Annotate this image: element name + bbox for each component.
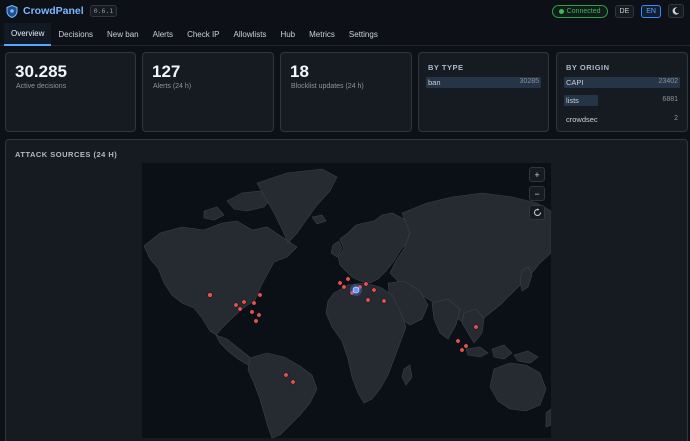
attack-marker[interactable]: [241, 299, 247, 305]
stat-card-alerts: 127 Alerts (24 h): [142, 52, 274, 132]
tab-metrics[interactable]: Metrics: [302, 23, 342, 46]
tab-overview[interactable]: Overview: [4, 23, 52, 46]
tab-allowlists[interactable]: Allowlists: [227, 23, 274, 46]
australia-landmass: [489, 362, 547, 412]
world-map-svg: [143, 168, 551, 438]
attack-marker[interactable]: [237, 306, 243, 312]
tab-settings[interactable]: Settings: [342, 23, 385, 46]
attack-marker[interactable]: [256, 312, 262, 318]
version-badge: 0.6.1: [89, 5, 118, 17]
attack-marker[interactable]: [337, 280, 343, 286]
zoom-out-button[interactable]: −: [529, 186, 545, 201]
tab-decisions[interactable]: Decisions: [51, 23, 100, 46]
attack-marker[interactable]: [365, 297, 371, 303]
theme-toggle-button[interactable]: [668, 4, 684, 18]
app-title: CrowdPanel: [23, 5, 84, 17]
status-dot-icon: [558, 8, 564, 14]
attack-marker[interactable]: [463, 343, 469, 349]
attack-marker[interactable]: [233, 302, 239, 308]
header-actions: Connected DE EN: [551, 4, 684, 18]
connection-status-badge: Connected: [551, 4, 608, 18]
attack-marker[interactable]: [207, 292, 213, 298]
bar-value: 30285: [519, 78, 539, 85]
attack-marker[interactable]: [345, 276, 351, 282]
stat-card-active-decisions: 30.285 Active decisions: [5, 52, 136, 132]
bar-value: 2: [674, 115, 678, 122]
bar-label: CAPI: [566, 78, 584, 87]
new-zealand-landmass: [545, 408, 551, 428]
bar-label: crowdsec: [566, 115, 598, 124]
central-america-landmass: [215, 334, 255, 366]
bar-value: 6881: [662, 96, 678, 103]
attack-marker[interactable]: [290, 379, 296, 385]
tab-alerts[interactable]: Alerts: [146, 23, 180, 46]
bar-label: ban: [428, 78, 441, 87]
attack-marker[interactable]: [251, 300, 257, 306]
stat-label: Active decisions: [16, 83, 67, 90]
madagascar-landmass: [401, 364, 413, 386]
iceland-landmass: [311, 214, 327, 225]
indonesia-islands: [465, 346, 489, 358]
by-type-card: BY TYPE ban 30285: [418, 52, 549, 132]
attack-marker[interactable]: [459, 347, 465, 353]
stat-label: Alerts (24 h): [153, 83, 192, 90]
zoom-in-button[interactable]: +: [529, 167, 545, 182]
connection-status-label: Connected: [566, 7, 601, 15]
north-america-landmass: [143, 220, 298, 336]
tab-check-ip[interactable]: Check IP: [180, 23, 226, 46]
moon-icon: [672, 7, 680, 15]
main-nav-tabs: Overview Decisions New ban Alerts Check …: [0, 23, 690, 46]
list-item: CAPI 23402: [564, 77, 680, 88]
shield-logo-icon: [6, 4, 18, 18]
app-header: CrowdPanel 0.6.1 Connected DE EN: [0, 0, 690, 22]
attack-marker[interactable]: [371, 287, 377, 293]
by-origin-card: BY ORIGIN CAPI 23402 lists 6881 crowdsec…: [556, 52, 688, 132]
attack-marker[interactable]: [341, 284, 347, 290]
section-title: BY TYPE: [428, 63, 464, 72]
bar-value: 23402: [658, 78, 678, 85]
stat-value: 127: [152, 62, 181, 81]
list-item: lists 6881: [564, 95, 680, 106]
attack-marker[interactable]: [473, 324, 479, 330]
attack-marker[interactable]: [257, 292, 263, 298]
indonesia-islands: [491, 344, 513, 360]
stat-value: 18: [290, 62, 309, 81]
bar-label: lists: [566, 96, 579, 105]
list-item: crowdsec 2: [564, 114, 680, 125]
stat-value: 30.285: [15, 62, 67, 81]
minus-icon: −: [534, 188, 540, 199]
language-en-button[interactable]: EN: [641, 4, 661, 18]
attack-marker[interactable]: [381, 298, 387, 304]
stat-card-blocklist-updates: 18 Blocklist updates (24 h): [280, 52, 412, 132]
attack-marker[interactable]: [249, 309, 255, 315]
plus-icon: +: [534, 169, 540, 180]
attack-marker[interactable]: [363, 281, 369, 287]
attack-marker[interactable]: [253, 318, 259, 324]
attack-marker[interactable]: [283, 372, 289, 378]
attack-marker[interactable]: [455, 338, 461, 344]
indonesia-islands: [513, 350, 539, 364]
language-de-button[interactable]: DE: [614, 4, 635, 18]
world-map[interactable]: + −: [142, 163, 551, 438]
stat-label: Blocklist updates (24 h): [291, 83, 364, 90]
south-america-landmass: [247, 352, 318, 438]
tab-new-ban[interactable]: New ban: [100, 23, 146, 46]
arctic-islands: [203, 206, 225, 221]
list-item: ban 30285: [426, 77, 541, 88]
section-title: ATTACK SOURCES (24 H): [15, 150, 118, 159]
section-title: BY ORIGIN: [566, 63, 610, 72]
reset-view-button[interactable]: [529, 205, 545, 220]
reset-icon: [533, 208, 541, 216]
home-location-marker[interactable]: [350, 284, 362, 296]
tab-hub[interactable]: Hub: [273, 23, 302, 46]
